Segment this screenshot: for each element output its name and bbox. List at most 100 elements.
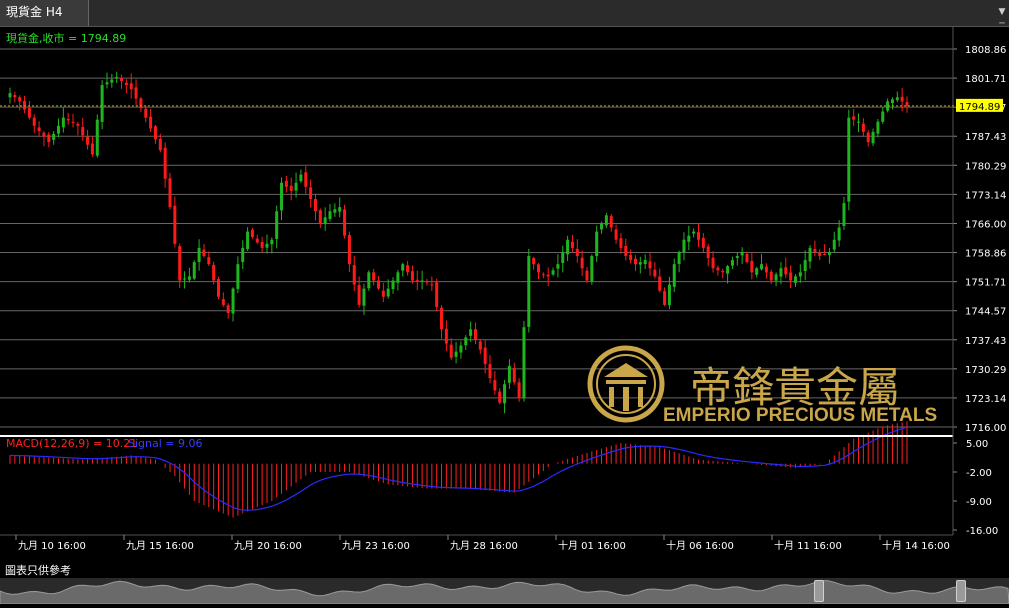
macd-tick-label: -9.00 (966, 497, 992, 508)
candle (32, 114, 36, 134)
candle (294, 172, 298, 198)
candle (493, 370, 497, 395)
candle (241, 240, 245, 270)
candle (716, 265, 720, 276)
navigator-scrollbar[interactable] (0, 578, 1009, 605)
candle (163, 142, 167, 188)
candle (328, 203, 332, 222)
candle (338, 197, 342, 218)
candle (124, 79, 128, 94)
candle (730, 256, 734, 269)
candle (260, 236, 264, 253)
candle (648, 253, 652, 276)
navigator-right-handle[interactable] (956, 580, 966, 602)
candle (585, 267, 589, 283)
candle (61, 107, 65, 133)
candle (633, 255, 637, 271)
candle (410, 265, 414, 284)
candle (386, 279, 390, 299)
candle (692, 228, 696, 238)
candle (726, 264, 730, 284)
price-series-label: 現貨金,收市 = 1794.89 (6, 31, 126, 45)
candle (900, 88, 904, 112)
candle (347, 231, 351, 273)
candle (304, 166, 308, 194)
time-tick-label: 九月 20 16:00 (234, 540, 302, 552)
candle (110, 73, 114, 88)
price-tick-label: 1801.71 (965, 74, 1006, 85)
price-tick-label: 1730.29 (965, 365, 1006, 376)
candle (197, 239, 201, 271)
price-tick-label: 1744.57 (965, 307, 1006, 318)
candle (566, 235, 570, 262)
candle (415, 270, 419, 291)
candle (425, 278, 429, 286)
disclaimer-text: 圖表只供參考 (5, 564, 71, 577)
candle (740, 247, 744, 265)
candle (71, 113, 75, 128)
candle (808, 245, 812, 269)
candle (575, 239, 579, 263)
candle (512, 362, 516, 385)
price-chart[interactable]: 1808.861801.711794.571787.431780.291773.… (0, 27, 1009, 578)
candle (687, 225, 691, 251)
candle (221, 292, 225, 307)
candle (37, 121, 41, 137)
price-tick-label: 1737.43 (965, 336, 1006, 347)
candle (357, 276, 361, 308)
candle (270, 237, 274, 254)
candle (255, 234, 259, 244)
price-tick-label: 1808.86 (965, 45, 1006, 56)
candle (551, 267, 555, 276)
window-titlebar: 現貨金 H4 ▼ ─ (0, 0, 1009, 29)
time-axis: 九月 10 16:00 九月 15 16:00 九月 20 16:00 九月 23 1… (0, 534, 953, 552)
candle (643, 254, 647, 270)
candle (711, 251, 715, 273)
candle (192, 260, 196, 281)
time-tick-label: 十月 01 16:00 (558, 539, 626, 552)
candle (187, 267, 191, 283)
candle (881, 107, 885, 124)
candle (362, 283, 366, 315)
candle (372, 268, 376, 286)
time-tick-label: 九月 10 16:00 (18, 540, 86, 552)
time-tick-label: 十月 14 16:00 (882, 539, 950, 552)
candle (27, 101, 31, 120)
candle (614, 224, 618, 244)
candle (517, 378, 521, 402)
candle (367, 270, 371, 291)
candle (527, 248, 531, 333)
candle (624, 238, 628, 261)
chart-tab[interactable]: 現貨金 H4 (0, 0, 90, 26)
macd-label: MACD(12,26,9) = 10.21 (6, 437, 137, 450)
candle (381, 282, 385, 303)
candle (798, 264, 802, 283)
candle (284, 175, 288, 193)
price-tick-label: 1758.86 (965, 249, 1006, 260)
candle (774, 272, 778, 287)
signal-label: Signal = 9.06 (128, 437, 203, 450)
candle (318, 208, 322, 228)
candle (609, 213, 613, 232)
candle (464, 335, 468, 350)
candle (105, 72, 109, 89)
candle (735, 252, 739, 266)
candle (784, 257, 788, 279)
candle (313, 193, 317, 221)
navigator-left-handle[interactable] (814, 580, 824, 602)
candle (503, 379, 507, 414)
triangle-down-icon[interactable]: ▼ ─ (997, 6, 1007, 29)
candle (604, 212, 608, 229)
candle (153, 124, 157, 144)
candle (144, 105, 148, 123)
candle (779, 261, 783, 285)
candle (570, 235, 574, 253)
candle (745, 251, 749, 264)
candle (803, 250, 807, 281)
macd-axis: 5.00 -2.00 -9.00 -16.00 (953, 439, 998, 537)
candle (469, 321, 473, 342)
candle (420, 270, 424, 290)
price-tick-label: 1716.00 (965, 423, 1006, 434)
candle (129, 73, 133, 99)
candle (595, 225, 599, 262)
